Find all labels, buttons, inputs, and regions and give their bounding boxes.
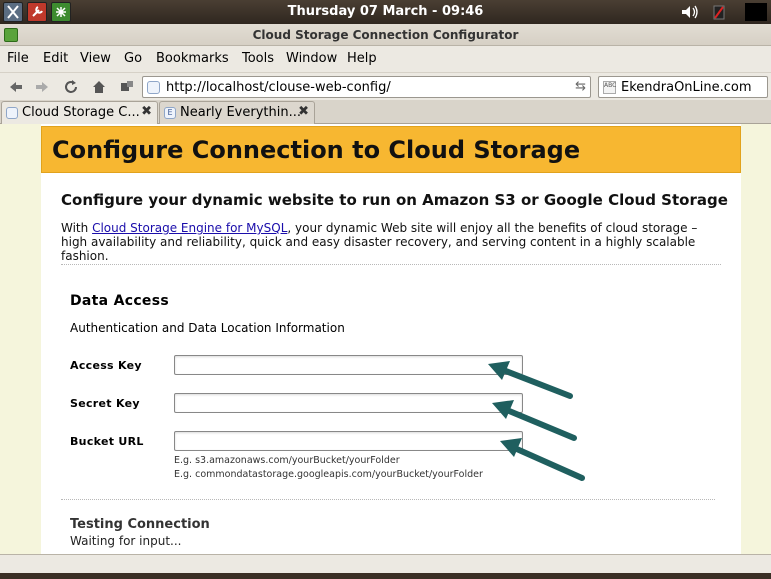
tab-label: Nearly Everythin... <box>180 105 301 120</box>
menubar: File Edit View Go Bookmarks Tools Window… <box>0 46 771 72</box>
page-header: Configure Connection to Cloud Storage <box>41 126 741 173</box>
tab-cloud-storage[interactable]: Cloud Storage C... ✖ <box>1 101 158 124</box>
menu-view[interactable]: View <box>80 51 111 66</box>
url-bar[interactable]: http://localhost/clouse-web-config/ ⇆ <box>142 76 591 98</box>
menu-go[interactable]: Go <box>124 51 142 66</box>
navigation-toolbar: http://localhost/clouse-web-config/ ⇆ AB… <box>0 72 771 100</box>
tab-strip: Cloud Storage C... ✖ E Nearly Everythin.… <box>0 100 771 124</box>
menu-file[interactable]: File <box>7 51 29 66</box>
bookmark-manager-icon[interactable] <box>118 78 136 96</box>
search-bar[interactable]: ABC EkendraOnLine.com <box>598 76 768 98</box>
menu-bookmarks[interactable]: Bookmarks <box>156 51 229 66</box>
access-key-label: Access Key <box>70 359 142 372</box>
divider <box>61 264 721 265</box>
bucket-url-hint-s3: E.g. s3.amazonaws.com/yourBucket/yourFol… <box>174 455 400 466</box>
page-title: Configure Connection to Cloud Storage <box>52 136 581 164</box>
bucket-url-label: Bucket URL <box>70 435 144 448</box>
tab-favicon-icon <box>6 107 18 119</box>
search-value[interactable]: EkendraOnLine.com <box>621 80 752 95</box>
bucket-url-hint-google: E.g. commondatastorage.googleapis.com/yo… <box>174 469 483 480</box>
system-panel: Thursday 07 March - 09:46 <box>0 0 771 24</box>
window-titlebar[interactable]: Cloud Storage Connection Configurator <box>0 24 771 46</box>
close-tab-icon[interactable]: ✖ <box>298 104 309 119</box>
secret-key-label: Secret Key <box>70 397 140 410</box>
testing-connection-status: Waiting for input... <box>70 534 182 548</box>
menu-tools[interactable]: Tools <box>242 51 274 66</box>
reload-icon[interactable] <box>62 78 80 96</box>
battery-icon[interactable] <box>710 3 730 21</box>
content-panel <box>41 124 741 554</box>
intro-prefix: With <box>61 221 93 235</box>
power-icon[interactable] <box>745 3 767 21</box>
tab-nearly-everything[interactable]: E Nearly Everythin... ✖ <box>159 101 315 124</box>
back-icon[interactable] <box>7 78 25 96</box>
access-key-input[interactable] <box>174 355 523 375</box>
close-tab-icon[interactable]: ✖ <box>141 104 152 119</box>
tab-favicon-icon: E <box>164 107 176 119</box>
menu-help[interactable]: Help <box>347 51 377 66</box>
home-icon[interactable] <box>90 78 108 96</box>
site-icon <box>147 81 160 94</box>
page-subtitle: Configure your dynamic website to run on… <box>61 191 728 209</box>
status-bar <box>0 554 771 573</box>
volume-icon[interactable] <box>680 3 700 21</box>
secret-key-input[interactable] <box>174 393 523 413</box>
intro-paragraph: With Cloud Storage Engine for MySQL, you… <box>61 221 721 263</box>
go-arrow-icon[interactable]: ⇆ <box>575 79 586 94</box>
data-access-subtitle: Authentication and Data Location Informa… <box>70 321 345 335</box>
cloud-storage-engine-link[interactable]: Cloud Storage Engine for MySQL <box>92 221 287 235</box>
annotation-arrow-bucket-url <box>500 438 585 481</box>
bottom-panel <box>0 573 771 579</box>
testing-connection-title: Testing Connection <box>70 517 210 532</box>
data-access-title: Data Access <box>70 293 169 309</box>
url-text[interactable]: http://localhost/clouse-web-config/ <box>166 80 391 95</box>
menu-edit[interactable]: Edit <box>43 51 68 66</box>
forward-icon[interactable] <box>33 78 51 96</box>
menu-window[interactable]: Window <box>286 51 337 66</box>
page-viewport[interactable]: Configure Connection to Cloud Storage Co… <box>0 124 771 554</box>
search-engine-icon[interactable]: ABC <box>603 81 616 94</box>
divider <box>61 499 715 500</box>
clock[interactable]: Thursday 07 March - 09:46 <box>0 4 771 19</box>
window-title: Cloud Storage Connection Configurator <box>252 28 519 42</box>
tab-label: Cloud Storage C... <box>22 105 140 120</box>
bucket-url-input[interactable] <box>174 431 523 451</box>
